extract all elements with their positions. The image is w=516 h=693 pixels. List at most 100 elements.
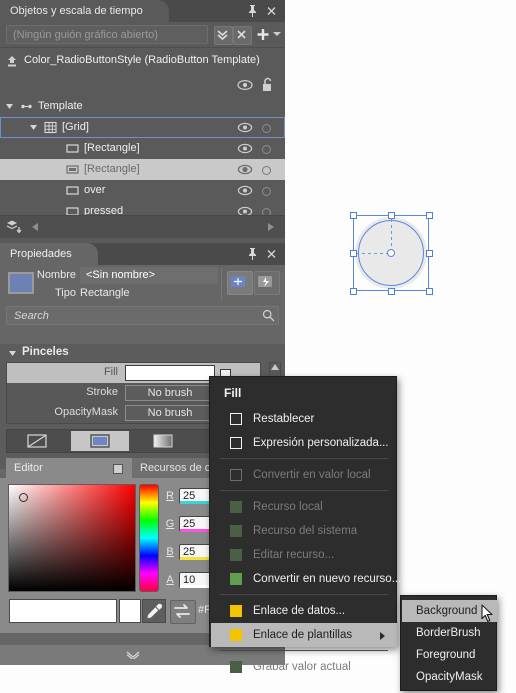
show-properties-icon[interactable] bbox=[227, 271, 253, 295]
brush-value[interactable]: No brush bbox=[125, 385, 215, 401]
brushes-title: Pinceles bbox=[22, 346, 69, 358]
resource-swatch-icon bbox=[230, 501, 242, 513]
unlock-icon[interactable] bbox=[261, 77, 275, 93]
name-input[interactable]: <Sin nombre> bbox=[80, 267, 218, 284]
tree-item-label: [Rectangle] bbox=[84, 163, 140, 175]
tree-header-tools bbox=[0, 74, 285, 96]
close-icon[interactable] bbox=[265, 247, 278, 261]
template-icon bbox=[20, 100, 33, 113]
eye-icon[interactable] bbox=[237, 162, 253, 177]
resize-handle-s[interactable] bbox=[388, 288, 395, 295]
collapse-all-icon[interactable] bbox=[214, 26, 233, 45]
resize-handle-nw[interactable] bbox=[350, 212, 357, 219]
pin-icon[interactable] bbox=[246, 4, 259, 18]
tree-item-label: [Rectangle] bbox=[84, 142, 140, 154]
menu-separator bbox=[220, 490, 388, 491]
brush-value[interactable]: No brush bbox=[125, 405, 215, 421]
resize-handle-n[interactable] bbox=[388, 212, 395, 219]
lock-toggle[interactable] bbox=[262, 124, 271, 133]
radiobutton-preview[interactable] bbox=[347, 209, 435, 297]
menu-item-label: Convertir en valor local bbox=[253, 469, 371, 481]
eye-icon[interactable] bbox=[237, 141, 253, 156]
channel-bar-r bbox=[180, 501, 211, 504]
alternate-color-swatch[interactable] bbox=[119, 599, 141, 623]
submenu-item-foreground[interactable]: Foreground bbox=[402, 644, 497, 666]
search-input[interactable]: Search bbox=[6, 306, 279, 325]
plus-icon[interactable] bbox=[255, 26, 271, 43]
grid-icon bbox=[44, 121, 57, 134]
tree-item-rectangle[interactable]: [Rectangle] bbox=[0, 138, 285, 159]
resize-handle-sw[interactable] bbox=[350, 288, 357, 295]
search-icon[interactable] bbox=[262, 309, 275, 322]
submenu-item-opacitymask[interactable]: OpacityMask bbox=[402, 666, 497, 688]
close-icon[interactable] bbox=[265, 4, 278, 18]
submenu-item-borderbrush[interactable]: BorderBrush bbox=[402, 622, 497, 644]
resize-handle-se[interactable] bbox=[426, 288, 433, 295]
return-scope-icon[interactable] bbox=[5, 54, 19, 68]
hue-slider[interactable] bbox=[139, 484, 159, 592]
resize-handle-e[interactable] bbox=[426, 250, 433, 257]
tree-item-rectangle[interactable]: [Rectangle] bbox=[0, 159, 285, 180]
tree-item-over[interactable]: over bbox=[0, 180, 285, 201]
menu-item-label: Convertir en nuevo recurso... bbox=[253, 573, 402, 585]
resource-swatch-icon bbox=[230, 573, 242, 585]
pin-icon[interactable] bbox=[246, 247, 259, 261]
eye-icon[interactable] bbox=[237, 77, 253, 93]
resize-handle-ne[interactable] bbox=[426, 212, 433, 219]
resize-handle-w[interactable] bbox=[350, 250, 357, 257]
brushes-header[interactable]: Pinceles bbox=[0, 344, 285, 362]
chevron-down-icon[interactable] bbox=[9, 351, 16, 356]
no-brush-tab[interactable] bbox=[8, 431, 66, 451]
menu-item-expresi-n-personalizada[interactable]: Expresión personalizada... bbox=[211, 431, 397, 455]
show-events-icon[interactable] bbox=[254, 271, 280, 295]
brush-label: Stroke bbox=[86, 386, 118, 398]
channel-bar-b bbox=[180, 557, 211, 560]
channel-label-g[interactable]: G bbox=[164, 518, 176, 530]
rect-icon bbox=[66, 184, 79, 197]
chevron-down-icon[interactable] bbox=[6, 104, 13, 109]
tab-editor[interactable]: Editor bbox=[6, 458, 144, 478]
eye-icon[interactable] bbox=[237, 120, 253, 135]
tree-item-grid[interactable]: [Grid] bbox=[0, 117, 285, 138]
lock-toggle[interactable] bbox=[262, 145, 271, 154]
channel-bar-a bbox=[180, 585, 211, 588]
tab-objects-and-timeline[interactable]: Objetos y escala de tiempo bbox=[0, 0, 169, 22]
brush-value[interactable] bbox=[125, 365, 215, 381]
menu-item-editar-recurso: Editar recurso... bbox=[211, 543, 397, 567]
tab-properties[interactable]: Propiedades bbox=[0, 243, 98, 265]
alpha-square-icon[interactable] bbox=[113, 464, 123, 474]
swap-colors-icon[interactable] bbox=[170, 600, 196, 624]
storyboard-picker[interactable]: (Ningún guión gráfico abierto) bbox=[6, 25, 208, 44]
arrow-left-icon[interactable] bbox=[32, 223, 39, 231]
scroll-up-arrow[interactable] bbox=[270, 363, 280, 372]
rect-icon bbox=[66, 142, 79, 155]
menu-item-convertir-en-nuevo-recurso[interactable]: Convertir en nuevo recurso... bbox=[211, 567, 401, 591]
menu-item-enlace-de-datos[interactable]: Enlace de datos... bbox=[211, 599, 397, 623]
lock-toggle[interactable] bbox=[262, 187, 271, 196]
channel-label-a[interactable]: A bbox=[164, 574, 176, 586]
scope-root-row[interactable]: Color_RadioButtonStyle (RadioButton Temp… bbox=[0, 48, 285, 74]
channel-label-b[interactable]: B bbox=[164, 546, 176, 558]
transform-origin-handle[interactable] bbox=[387, 249, 395, 257]
solid-color-tab[interactable] bbox=[71, 431, 129, 451]
layers-down-icon[interactable] bbox=[5, 219, 23, 235]
close-storyboard-icon[interactable] bbox=[233, 26, 252, 45]
tree-item-template[interactable]: Template bbox=[0, 96, 285, 117]
gradient-brush-tab[interactable] bbox=[134, 431, 192, 451]
current-color-swatch[interactable] bbox=[9, 599, 117, 623]
lock-toggle[interactable] bbox=[262, 166, 271, 175]
saturation-value-field[interactable] bbox=[8, 484, 136, 592]
chevron-down-icon[interactable] bbox=[273, 31, 281, 37]
eyedropper-icon[interactable] bbox=[142, 599, 166, 623]
menu-item-restablecer[interactable]: Restablecer bbox=[211, 407, 397, 431]
objects-tree: Template [Grid] [Rectangle] [Rectangle] over… bbox=[0, 96, 285, 222]
chevron-down-icon[interactable] bbox=[30, 125, 37, 130]
menu-item-enlace-de-plantillas[interactable]: Enlace de plantillas bbox=[211, 623, 397, 647]
chevron-double-down-icon[interactable] bbox=[126, 651, 140, 659]
sv-handle[interactable] bbox=[19, 493, 28, 502]
channel-bar-g bbox=[180, 529, 211, 532]
channel-label-r[interactable]: R bbox=[164, 490, 176, 502]
eye-icon[interactable] bbox=[237, 183, 253, 198]
arrow-right-icon[interactable] bbox=[268, 223, 275, 231]
menu-separator bbox=[220, 650, 388, 651]
